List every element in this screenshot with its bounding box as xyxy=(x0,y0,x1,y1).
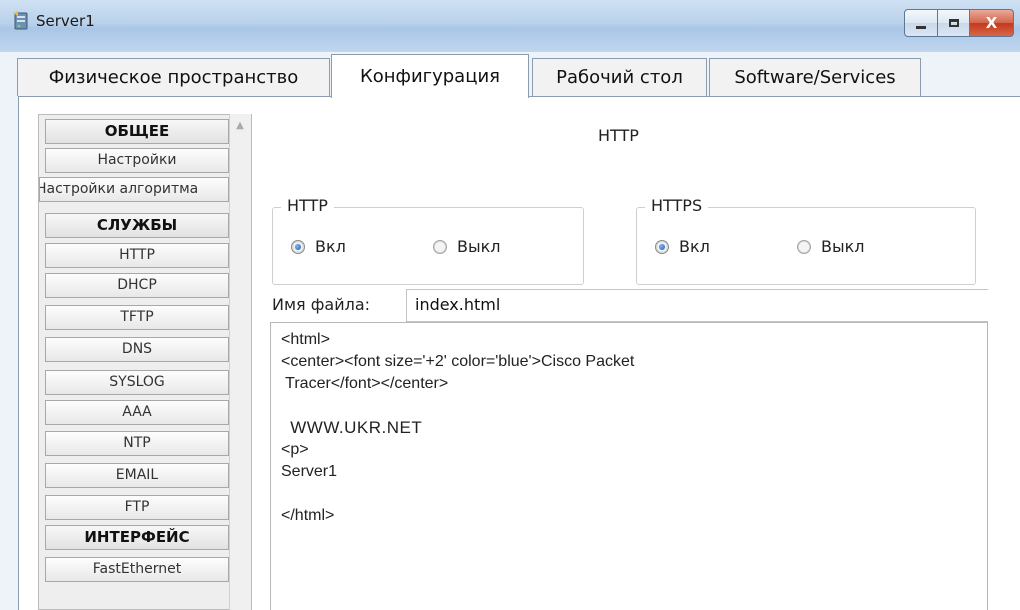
https-on-radio[interactable]: Вкл xyxy=(655,237,710,256)
sidebar-item-dhcp[interactable]: DHCP xyxy=(45,273,229,298)
https-legend: HTTPS xyxy=(645,196,709,215)
sidebar-item-ntp[interactable]: NTP xyxy=(45,431,229,456)
close-button[interactable]: X xyxy=(970,9,1014,37)
filename-input[interactable]: index.html xyxy=(406,289,988,322)
editor-line: Server1 xyxy=(281,463,338,480)
minimize-button[interactable] xyxy=(904,9,938,37)
sidebar-item-settings[interactable]: Настройки xyxy=(45,148,229,173)
http-on-label: Вкл xyxy=(315,237,346,256)
sidebar-scrollbar[interactable]: ▲ xyxy=(229,114,251,610)
https-off-radio[interactable]: Выкл xyxy=(797,237,865,256)
sidebar-item-aaa[interactable]: AAA xyxy=(45,400,229,425)
sidebar-header-services[interactable]: СЛУЖБЫ xyxy=(45,213,229,238)
radio-unselected-icon xyxy=(433,239,447,254)
radio-unselected-icon xyxy=(797,239,811,254)
close-icon: X xyxy=(985,13,998,32)
window-titlebar[interactable]: Server1 X xyxy=(0,0,1020,52)
sidebar-item-dns[interactable]: DNS xyxy=(45,337,229,362)
tab-software-services[interactable]: Software/Services xyxy=(709,58,921,96)
editor-line: <center><font size='+2' color='blue'>Cis… xyxy=(281,353,635,370)
https-on-label: Вкл xyxy=(679,237,710,256)
sidebar-header-general[interactable]: ОБЩЕЕ xyxy=(45,119,229,144)
sidebar-header-interface[interactable]: ИНТЕРФЕЙС xyxy=(45,525,229,550)
section-title: HTTP xyxy=(598,126,639,145)
maximize-button[interactable] xyxy=(938,9,970,37)
sidebar-item-ftp[interactable]: FTP xyxy=(45,495,229,520)
radio-selected-icon xyxy=(655,239,669,254)
window-title: Server1 xyxy=(36,12,95,30)
https-off-label: Выкл xyxy=(821,237,865,256)
radio-selected-icon xyxy=(291,239,305,254)
sidebar-item-tftp[interactable]: TFTP xyxy=(45,305,229,330)
tab-configuration[interactable]: Конфигурация xyxy=(331,54,529,98)
http-groupbox: HTTP Вкл Выкл xyxy=(272,196,584,285)
sidebar-item-algorithm-settings[interactable]: Настройки алгоритма xyxy=(39,177,229,202)
http-off-label: Выкл xyxy=(457,237,501,256)
editor-line: WWW.UKR.NET xyxy=(285,418,423,437)
scroll-up-arrow-icon[interactable]: ▲ xyxy=(232,120,248,134)
html-editor[interactable]: <html> <center><font size='+2' color='bl… xyxy=(270,322,988,610)
minimize-icon xyxy=(916,25,926,29)
sidebar-item-fastethernet[interactable]: FastEthernet xyxy=(45,557,229,582)
config-sidebar: ОБЩЕЕ Настройки Настройки алгоритма СЛУЖ… xyxy=(38,114,252,610)
editor-line: </html> xyxy=(281,507,335,524)
sidebar-item-http[interactable]: HTTP xyxy=(45,243,229,268)
tab-physical-space[interactable]: Физическое пространство xyxy=(17,58,330,96)
http-legend: HTTP xyxy=(281,196,334,215)
maximize-icon xyxy=(948,19,959,27)
http-off-radio[interactable]: Выкл xyxy=(433,237,501,256)
http-on-radio[interactable]: Вкл xyxy=(291,237,346,256)
sidebar-item-email[interactable]: EMAIL xyxy=(45,463,229,488)
https-groupbox: HTTPS Вкл Выкл xyxy=(636,196,976,285)
filename-label: Имя файла: xyxy=(272,295,371,314)
editor-line: <html> xyxy=(281,331,330,348)
editor-line: <p> xyxy=(281,441,309,458)
editor-line: Tracer</font></center> xyxy=(281,375,449,392)
tab-desktop[interactable]: Рабочий стол xyxy=(532,58,707,96)
sidebar-item-syslog[interactable]: SYSLOG xyxy=(45,370,229,395)
server-app-icon xyxy=(12,11,30,31)
